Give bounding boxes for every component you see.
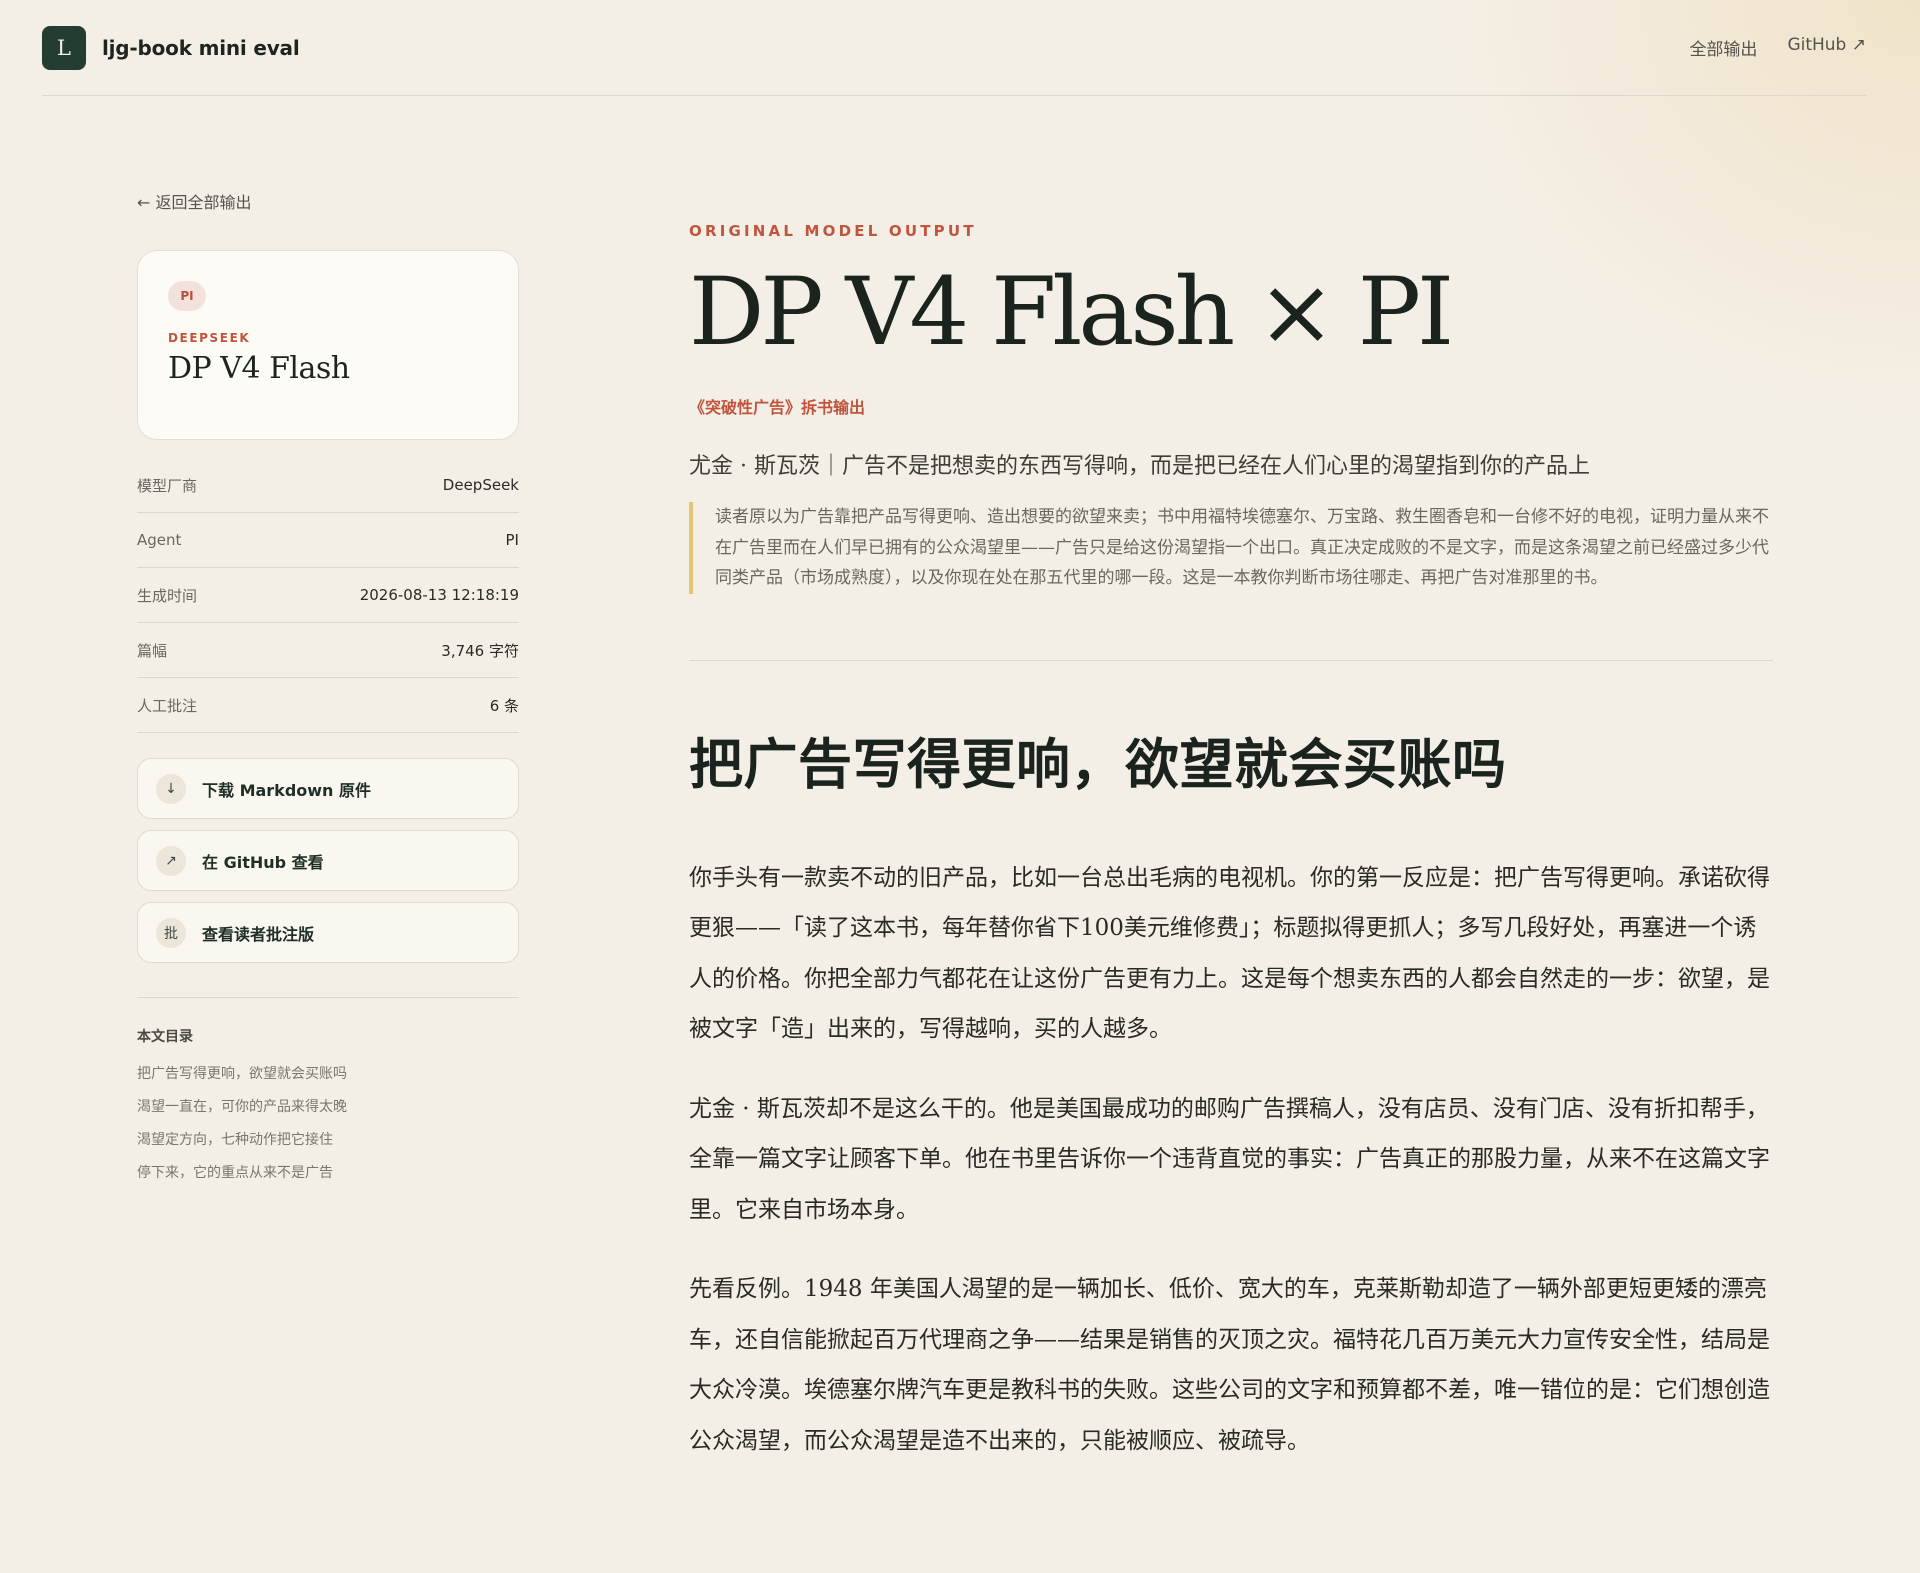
back-to-all-outputs-link[interactable]: ← 返回全部输出	[137, 186, 519, 216]
meta-key: 生成时间	[137, 586, 198, 605]
model-card: PI DEEPSEEK DP V4 Flash	[137, 250, 519, 440]
meta-key: 人工批注	[137, 696, 198, 715]
header-nav: 全部输出 GitHub ↗	[1689, 35, 1866, 60]
summary-quote: 读者原以为广告靠把产品写得更响、造出想要的欲望来卖；书中用福特埃德塞尔、万宝路、…	[689, 502, 1773, 594]
vendor-label: DEEPSEEK	[168, 331, 251, 345]
paragraph: 先看反例。1948 年美国人渴望的是一辆加长、低价、宽大的车，克莱斯勒却造了一辆…	[689, 1276, 1770, 1454]
article-subtitle: 《突破性广告》拆书输出	[689, 398, 866, 417]
page-title: DP V4 Flash × PI	[689, 258, 1454, 367]
brand-logo-icon: L	[42, 25, 86, 70]
nav-github-link[interactable]: GitHub ↗	[1787, 35, 1866, 60]
eyebrow-label: ORIGINAL MODEL OUTPUT	[689, 222, 977, 240]
meta-key: 篇幅	[137, 641, 168, 660]
brand[interactable]: L ljg-book mini eval	[42, 25, 300, 70]
top-header: L ljg-book mini eval 全部输出 GitHub ↗	[42, 0, 1866, 96]
brand-name[interactable]: ljg-book mini eval	[102, 36, 300, 60]
arrow-up-right-icon: ↗	[156, 845, 186, 876]
meta-value: DeepSeek	[442, 476, 519, 494]
article: ORIGINAL MODEL OUTPUT DP V4 Flash × PI 《…	[689, 222, 1773, 1466]
toc-item[interactable]: 停下来，它的重点从来不是广告	[137, 1157, 519, 1190]
toc-item[interactable]: 渴望定方向，七种动作把它接住	[137, 1124, 519, 1157]
arrow-down-icon: ↓	[156, 773, 186, 804]
agent-badge: PI	[168, 281, 206, 311]
section-heading: 把广告写得更响，欲望就会买账吗	[689, 731, 1507, 796]
action-label: 下载 Markdown 原件	[202, 780, 372, 800]
download-markdown-button[interactable]: ↓ 下载 Markdown 原件	[137, 758, 519, 819]
meta-row-generated-time: 生成时间 2026-08-13 12:18:19	[137, 568, 519, 623]
toc-title: 本文目录	[137, 1029, 193, 1045]
meta-value: 3,746 字符	[441, 641, 519, 660]
model-name: DP V4 Flash	[168, 351, 350, 386]
paragraph: 你手头有一款卖不动的旧产品，比如一台总出毛病的电视机。你的第一反应是：把广告写得…	[689, 864, 1770, 1043]
meta-row-vendor: 模型厂商 DeepSeek	[137, 458, 519, 513]
divider	[689, 659, 1773, 661]
action-label: 在 GitHub 查看	[202, 852, 324, 872]
meta-row-agent: Agent PI	[137, 513, 519, 568]
meta-value: 6 条	[489, 696, 519, 715]
meta-value: PI	[505, 531, 519, 549]
meta-key: 模型厂商	[137, 476, 198, 495]
meta-key: Agent	[137, 531, 182, 549]
sidebar: ← 返回全部输出 PI DEEPSEEK DP V4 Flash 模型厂商 De…	[137, 186, 519, 1190]
meta-list: 模型厂商 DeepSeek Agent PI 生成时间 2026-08-13 1…	[137, 458, 519, 733]
article-lead: 尤金 · 斯瓦茨｜广告不是把想卖的东西写得响，而是把已经在人们心里的渴望指到你的…	[689, 454, 1590, 479]
annotation-icon: 批	[156, 917, 186, 948]
toc-item[interactable]: 渴望一直在，可你的产品来得太晚	[137, 1091, 519, 1124]
meta-row-length: 篇幅 3,746 字符	[137, 623, 519, 678]
action-label: 查看读者批注版	[202, 924, 315, 944]
view-on-github-button[interactable]: ↗ 在 GitHub 查看	[137, 830, 519, 891]
table-of-contents: 本文目录 把广告写得更响，欲望就会买账吗 渴望一直在，可你的产品来得太晚 渴望定…	[137, 997, 519, 1190]
nav-all-outputs-link[interactable]: 全部输出	[1689, 35, 1757, 60]
meta-row-annotations: 人工批注 6 条	[137, 678, 519, 733]
meta-value: 2026-08-13 12:18:19	[359, 586, 519, 604]
paragraph: 尤金 · 斯瓦茨却不是这么干的。他是美国最成功的邮购广告撰稿人，没有店员、没有门…	[689, 1095, 1770, 1223]
toc-item[interactable]: 把广告写得更响，欲望就会买账吗	[137, 1058, 519, 1091]
view-annotated-version-button[interactable]: 批 查看读者批注版	[137, 902, 519, 963]
action-buttons: ↓ 下载 Markdown 原件 ↗ 在 GitHub 查看 批 查看读者批注版	[137, 758, 519, 963]
